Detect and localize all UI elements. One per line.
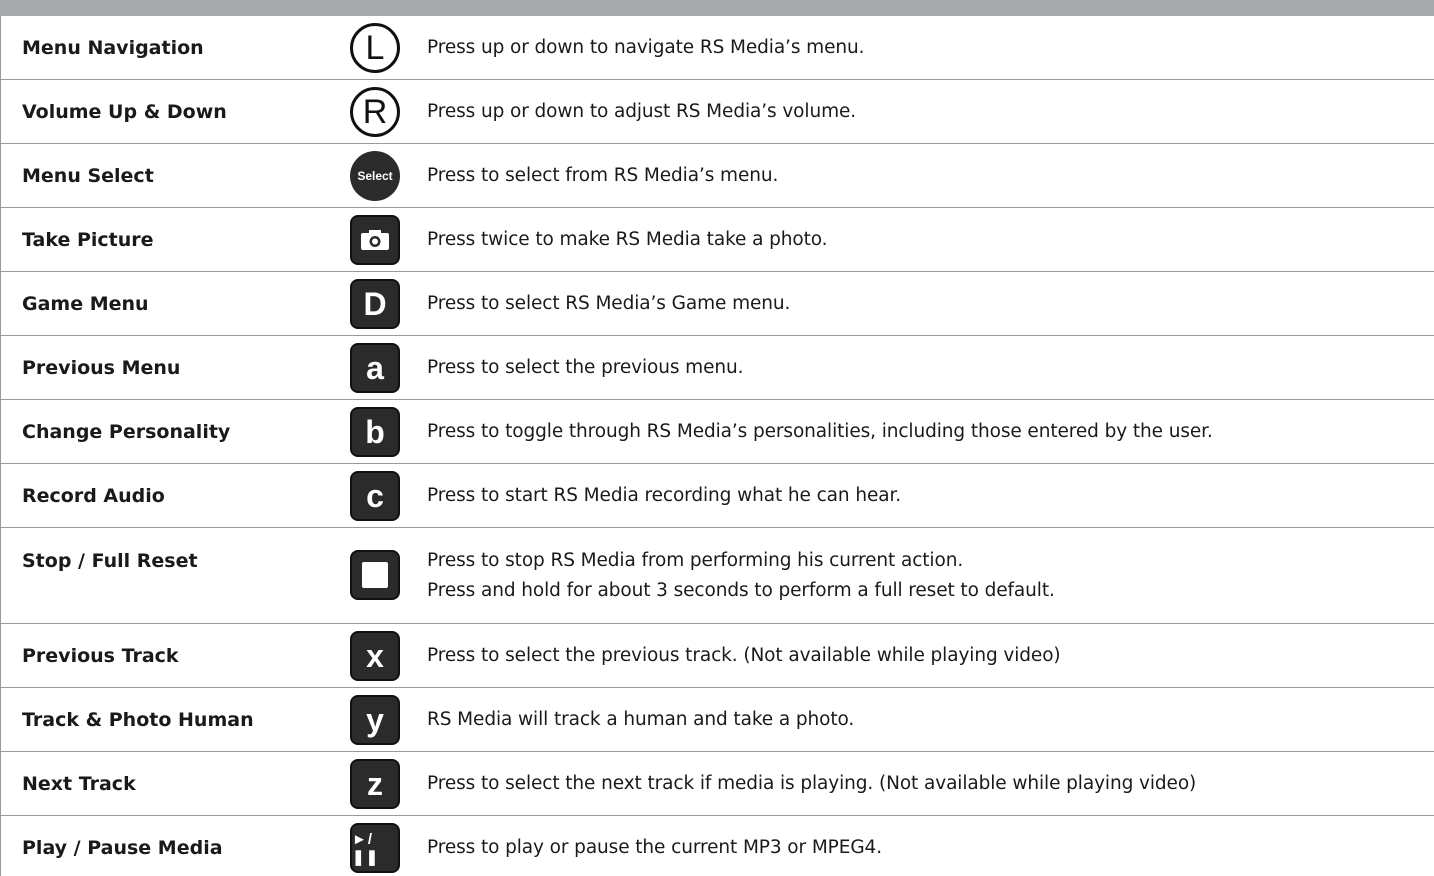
row-label: Menu Navigation bbox=[22, 37, 204, 59]
row-description: Press to select the next track if media … bbox=[427, 773, 1197, 794]
row-description: Press to select RS Media’s Game menu. bbox=[427, 293, 791, 314]
row-label: Previous Track bbox=[22, 645, 179, 667]
table-row: Take Picture Press twice to make RS Medi… bbox=[1, 208, 1434, 272]
z-button-icon: z bbox=[350, 759, 400, 809]
row-description: Press twice to make RS Media take a phot… bbox=[427, 229, 828, 250]
row-label: Play / Pause Media bbox=[22, 837, 223, 859]
row-description: Press to toggle through RS Media’s perso… bbox=[427, 421, 1213, 442]
r-button-icon: R bbox=[350, 87, 400, 137]
row-description: Press to stop RS Media from performing h… bbox=[427, 550, 964, 571]
row-label: Previous Menu bbox=[22, 357, 181, 379]
a-button-icon: a bbox=[350, 343, 400, 393]
row-label: Record Audio bbox=[22, 485, 165, 507]
controls-table: Menu Navigation L Press up or down to na… bbox=[0, 16, 1434, 876]
camera-icon bbox=[350, 215, 400, 265]
table-row: Menu Select Select Press to select from … bbox=[1, 144, 1434, 208]
row-label: Take Picture bbox=[22, 229, 154, 251]
row-description-2: Press and hold for about 3 seconds to pe… bbox=[427, 580, 1055, 601]
table-row: Menu Navigation L Press up or down to na… bbox=[1, 16, 1434, 80]
row-description: Press to play or pause the current MP3 o… bbox=[427, 837, 883, 858]
x-button-icon: x bbox=[350, 631, 400, 681]
row-label: Volume Up & Down bbox=[22, 101, 227, 123]
table-row: Track & Photo Human y RS Media will trac… bbox=[1, 688, 1434, 752]
table-row: Game Menu D Press to select RS Media’s G… bbox=[1, 272, 1434, 336]
table-row: Next Track z Press to select the next tr… bbox=[1, 752, 1434, 816]
row-description: Press to select the previous track. (Not… bbox=[427, 645, 1061, 666]
b-button-icon: b bbox=[350, 407, 400, 457]
row-description: Press up or down to adjust RS Media’s vo… bbox=[427, 101, 857, 122]
stop-square-icon bbox=[362, 562, 388, 588]
row-description: Press to select the previous menu. bbox=[427, 357, 744, 378]
table-row: Record Audio c Press to start RS Media r… bbox=[1, 464, 1434, 528]
select-button-icon: Select bbox=[350, 151, 400, 201]
table-row: Volume Up & Down R Press up or down to a… bbox=[1, 80, 1434, 144]
table-row: Change Personality b Press to toggle thr… bbox=[1, 400, 1434, 464]
l-button-icon: L bbox=[350, 23, 400, 73]
row-description: Press up or down to navigate RS Media’s … bbox=[427, 37, 865, 58]
d-button-icon: D bbox=[350, 279, 400, 329]
table-row: Previous Menu a Press to select the prev… bbox=[1, 336, 1434, 400]
play-pause-icon: ►/❚❚ bbox=[350, 823, 400, 873]
table-row: Stop / Full Reset Press to stop RS Media… bbox=[1, 528, 1434, 624]
c-button-icon: c bbox=[350, 471, 400, 521]
row-description: Press to start RS Media recording what h… bbox=[427, 485, 902, 506]
stop-icon bbox=[350, 550, 400, 600]
row-label: Change Personality bbox=[22, 421, 231, 443]
row-description: RS Media will track a human and take a p… bbox=[427, 709, 855, 730]
row-label: Menu Select bbox=[22, 165, 154, 187]
table-row: Previous Track x Press to select the pre… bbox=[1, 624, 1434, 688]
table-row: Play / Pause Media ►/❚❚ Press to play or… bbox=[1, 816, 1434, 876]
header-bar bbox=[0, 0, 1434, 16]
row-label: Game Menu bbox=[22, 293, 149, 315]
row-label: Track & Photo Human bbox=[22, 709, 254, 731]
row-label: Stop / Full Reset bbox=[22, 550, 198, 572]
row-label: Next Track bbox=[22, 773, 136, 795]
y-button-icon: y bbox=[350, 695, 400, 745]
row-description: Press to select from RS Media’s menu. bbox=[427, 165, 779, 186]
